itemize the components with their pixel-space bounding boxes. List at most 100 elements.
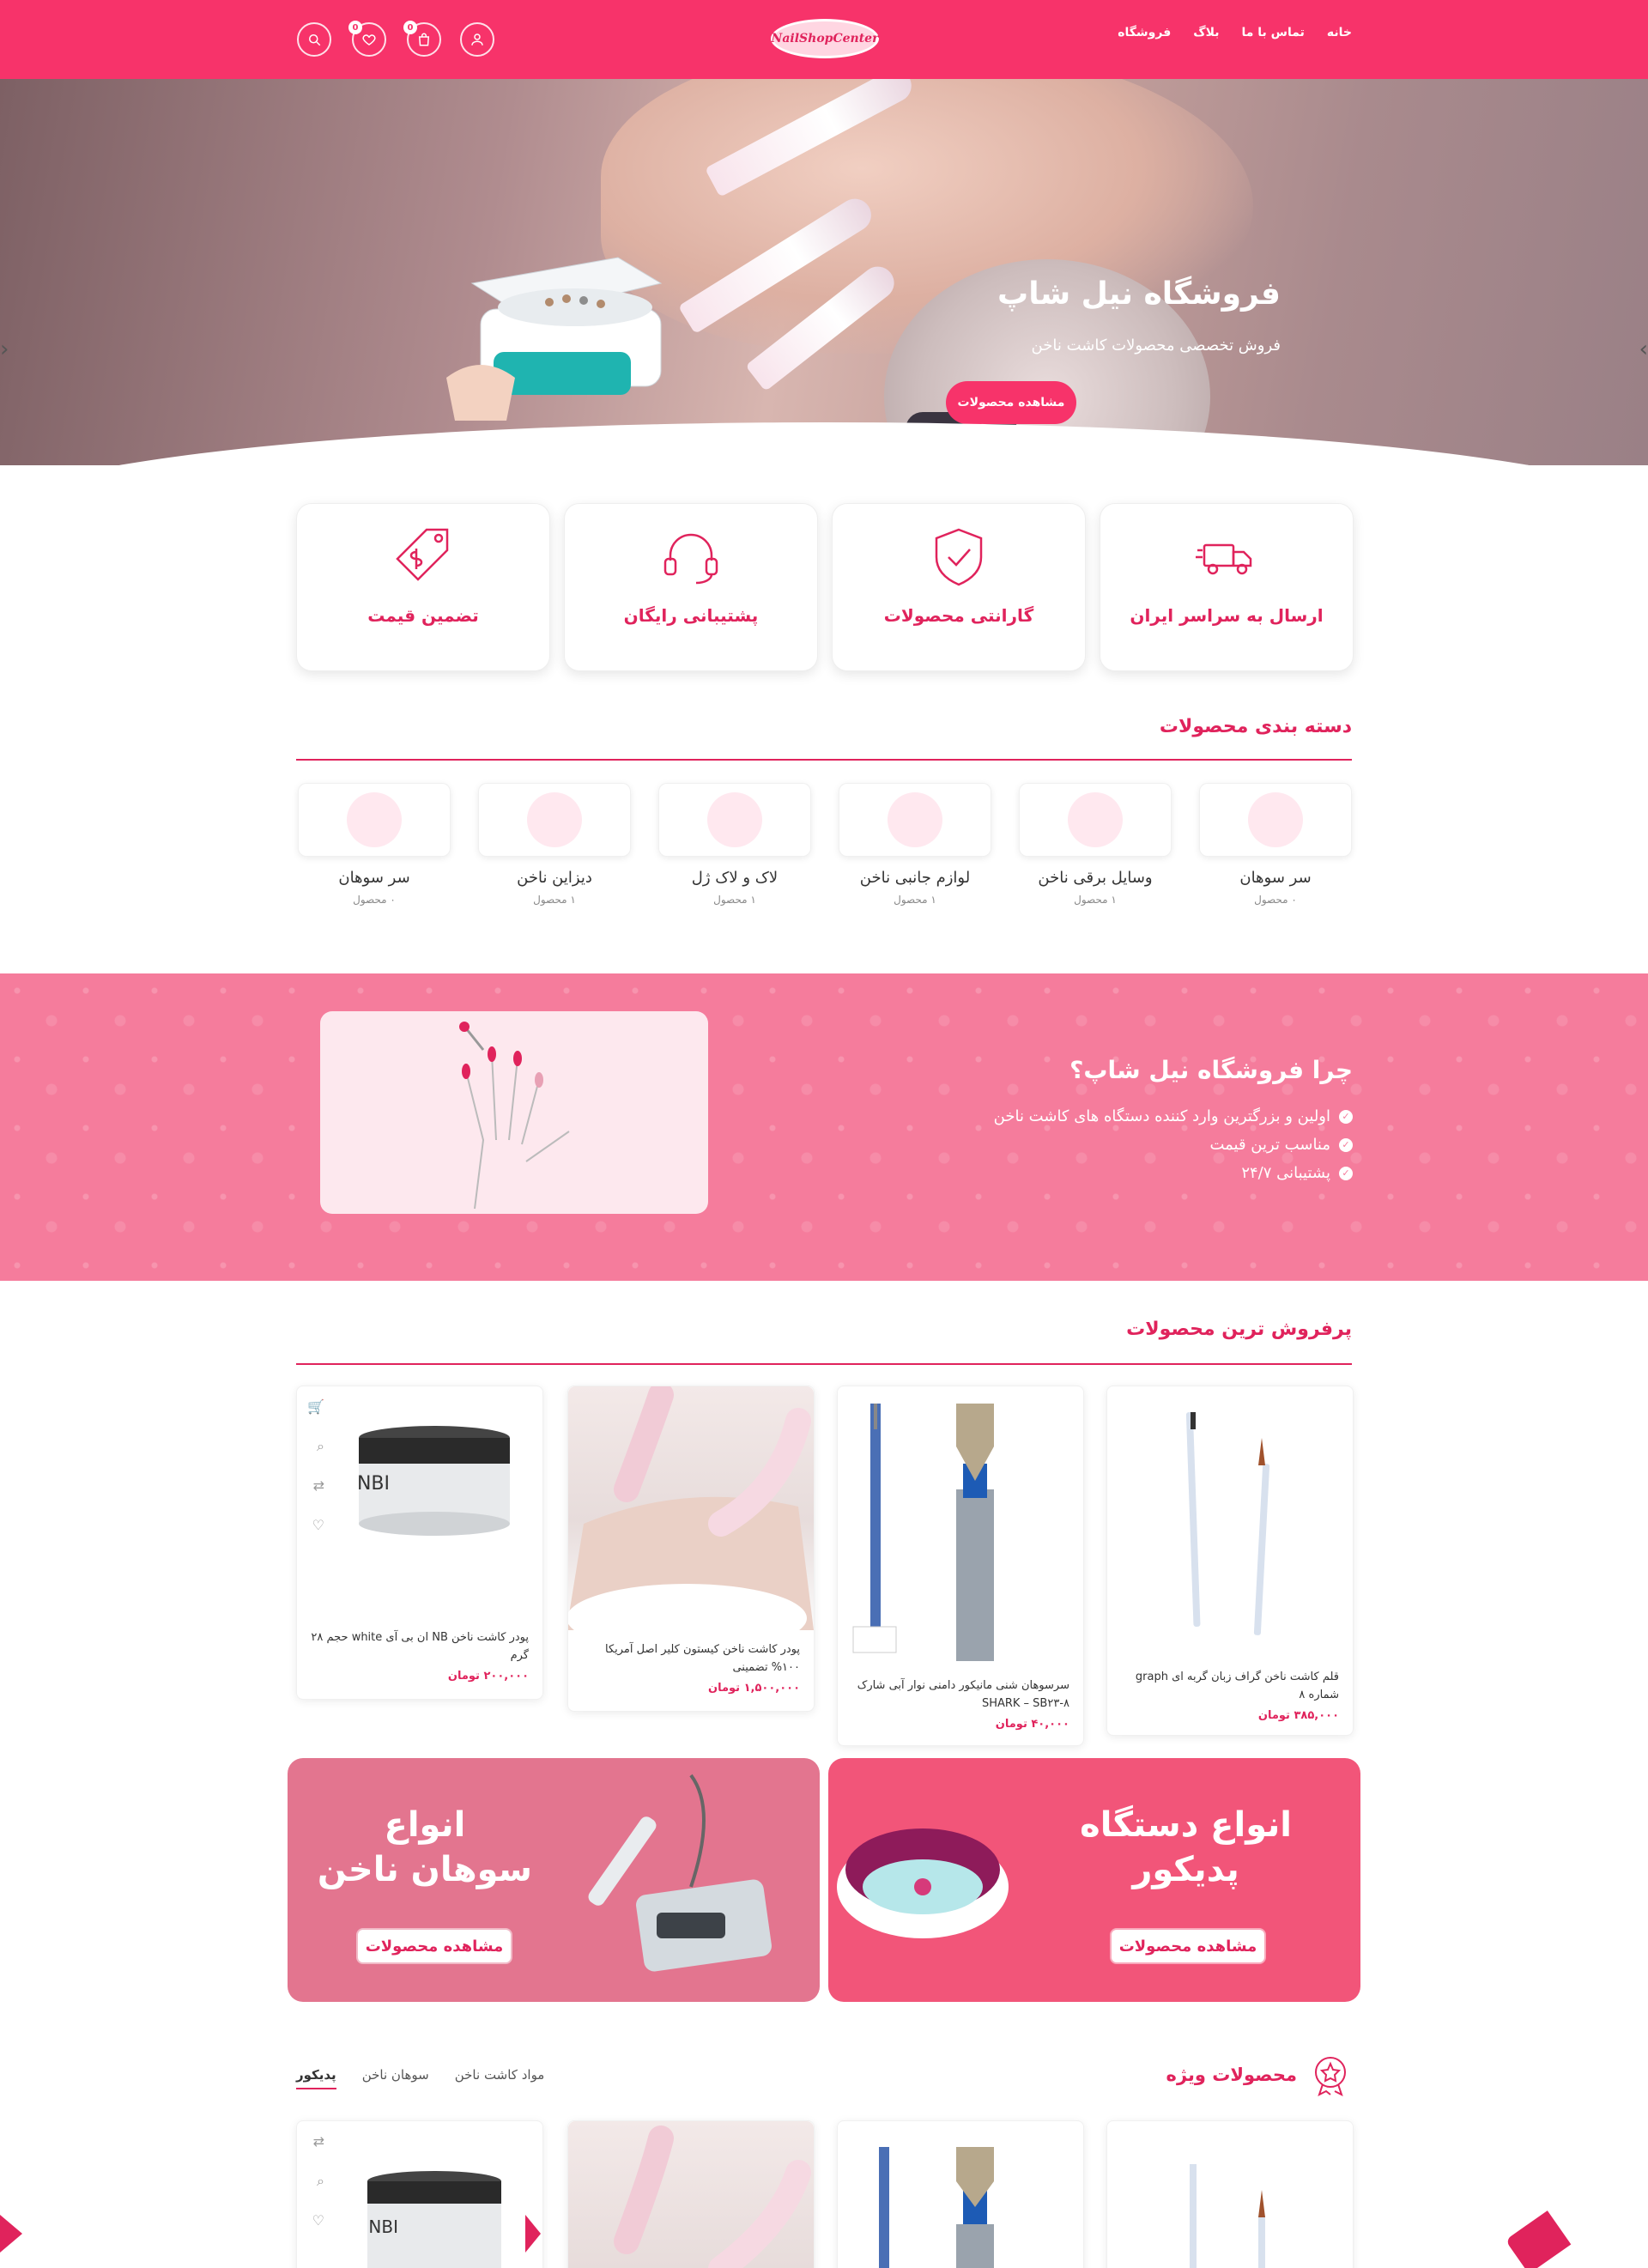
site-logo[interactable]: NailShopCenter [771,19,879,58]
why-us-point-text: اولین و بزرگترین وارد کننده دستگاه های ک… [993,1107,1330,1125]
slider-next-arrow[interactable]: › [1639,337,1648,362]
search-icon[interactable]: ⌕ [309,1438,324,1454]
why-us-point-text: پشتیبانی ۲۴/۷ [1241,1164,1330,1182]
search-button[interactable] [297,22,331,57]
category-count: ۱ محصول [894,894,936,906]
hero-view-products-button[interactable]: مشاهده محصولات [946,381,1076,424]
product-card[interactable] [567,2120,815,2268]
product-card[interactable]: پودر کاشت ناخن کیستون کلیر اصل آمریکا ۱۰… [567,1386,815,1712]
tab-files[interactable]: سوهان ناخن [362,2067,429,2089]
special-tabs: مواد کاشت ناخن سوهان ناخن پدیکور [296,2067,544,2089]
hero-manicure-kit-image [446,257,663,421]
category-image [478,783,631,857]
category-count: ۱ محصول [713,894,756,906]
svg-text:NBI: NBI [357,1473,390,1495]
compare-icon[interactable]: ⇄ [309,1477,324,1494]
shopping-bag-icon [418,33,430,46]
wishlist-button[interactable]: 0 [348,21,386,57]
why-us-point-text: مناسب ترین قیمت [1209,1136,1330,1154]
promo-title: انواع دستگاه پدیکور [1080,1803,1292,1892]
product-image [568,2121,814,2268]
category-item[interactable]: لاک و لاک ژل ۱ محصول [658,783,811,906]
product-card[interactable]: قلم کاشت ناخن گراف زبان گربه ای graph شم… [1106,1386,1354,1736]
category-image [1019,783,1172,857]
search-icon[interactable]: ⌕ [309,2173,324,2189]
product-price: ۴۰,۰۰۰ تومان [995,1718,1069,1731]
category-item[interactable]: لوازم جانبی ناخن ۱ محصول [839,783,991,906]
why-us-section: چرا فروشگاه نیل شاپ؟ ✓ اولین و بزرگترین و… [0,973,1648,1281]
promo-banner-files[interactable]: انواع سوهان ناخن مشاهده محصولات [288,1758,820,2002]
nav-contact[interactable]: تماس با ما [1242,26,1305,39]
special-header: محصولات ویژه [1166,2053,1352,2096]
category-image [658,783,811,857]
category-image [839,783,991,857]
category-name: وسایل برقی ناخن [1038,869,1153,887]
why-us-image [320,1011,708,1214]
promo-title-line: انواع دستگاه [1080,1805,1292,1845]
cart-button[interactable]: 0 [403,21,441,57]
promo-view-products-button[interactable]: مشاهده محصولات [358,1930,511,1962]
product-name[interactable]: پودر کاشت ناخن NB ان بی آی white حجم ۲۸ … [311,1628,529,1665]
category-item[interactable]: سر سوهان ۰ محصول [1199,783,1352,906]
product-name[interactable]: سرسوهان شنی مانیکور دامنی نوار آبی شارک … [851,1677,1069,1713]
tab-pedicure[interactable]: پدیکور [296,2067,336,2089]
site-header: خانه تماس با ما بلاگ فروشگاه NailShopCen… [0,0,1648,79]
user-icon [471,33,483,45]
product-card[interactable] [1106,2120,1354,2268]
tab-materials[interactable]: مواد کاشت ناخن [455,2067,545,2089]
svg-text:NBI: NBI [368,2216,398,2237]
category-name: لاک و لاک ژل [691,869,779,887]
add-to-cart-icon[interactable]: 🛒 [307,1398,324,1415]
wishlist-count-badge: 0 [348,21,362,34]
category-item[interactable]: وسایل برقی ناخن ۱ محصول [1019,783,1172,906]
feature-label: گارانتی محصولات [883,605,1034,626]
product-price: ۱,۵۰۰,۰۰۰ تومان [707,1682,800,1695]
why-us-point: ✓ پشتیبانی ۲۴/۷ [994,1164,1353,1182]
product-name[interactable]: پودر کاشت ناخن کیستون کلیر اصل آمریکا ۱۰… [582,1640,800,1677]
truck-icon [1196,543,1252,575]
category-name: سر سوهان [338,869,410,887]
product-quick-actions: ⇄ ⌕ ♡ [309,2133,324,2229]
feature-label: ارسال به سراسر ایران [1130,605,1324,626]
heart-icon[interactable]: ♡ [309,2212,324,2229]
category-count: ۰ محصول [353,894,396,906]
cart-count-badge: 0 [403,21,417,34]
check-icon: ✓ [1339,1109,1353,1124]
promo-title-line: سوهان ناخن [317,1850,532,1889]
product-card[interactable]: NBI ⇄ ⌕ ♡ [296,2120,543,2268]
hero-bottom-wave [0,422,1648,465]
decorative-lipstick-image [1505,2210,1572,2268]
main-nav: خانه تماس با ما بلاگ فروشگاه [1118,26,1352,39]
nav-blog[interactable]: بلاگ [1193,26,1219,39]
account-button[interactable] [460,22,494,57]
feature-card-price: تضمین قیمت [296,503,550,671]
product-card[interactable]: NBI 🛒 ⌕ ⇄ ♡ پودر کاشت ناخن NB ان بی آی w… [296,1386,543,1700]
compare-icon[interactable]: ⇄ [309,2133,324,2150]
section-divider [296,759,1352,761]
nav-shop[interactable]: فروشگاه [1118,26,1171,39]
carousel-prev-arrow[interactable] [0,2215,22,2253]
heart-icon[interactable]: ♡ [309,1517,324,1533]
category-name: سر سوهان [1239,869,1312,887]
category-item[interactable]: سر سوهان ۰ محصول [298,783,451,906]
nav-home[interactable]: خانه [1327,26,1352,39]
carousel-next-arrow[interactable] [525,2215,541,2253]
category-name: دیزاین ناخن [517,869,592,887]
slider-prev-arrow[interactable]: ‹ [0,337,9,362]
promo-view-products-button[interactable]: مشاهده محصولات [1112,1930,1264,1962]
product-price: ۲۰۰,۰۰۰ تومان [447,1670,529,1683]
why-us-title: چرا فروشگاه نیل شاپ؟ [1069,1056,1353,1084]
product-name[interactable]: قلم کاشت ناخن گراف زبان گربه ای graph شم… [1121,1668,1339,1704]
special-title: محصولات ویژه [1166,2065,1297,2085]
product-image [1107,2121,1353,2268]
category-image [1199,783,1352,857]
feature-card-warranty: گارانتی محصولات [832,503,1086,671]
product-card[interactable]: سرسوهان شنی مانیکور دامنی نوار آبی شارک … [837,1386,1084,1746]
category-item[interactable]: دیزاین ناخن ۱ محصول [478,783,631,906]
check-icon: ✓ [1339,1137,1353,1152]
category-count: ۰ محصول [1254,894,1297,906]
why-us-point: ✓ مناسب ترین قیمت [994,1136,1353,1154]
product-card[interactable] [837,2120,1084,2268]
feature-label: پشتیبانی رایگان [623,605,759,626]
promo-banner-pedicure[interactable]: انواع دستگاه پدیکور مشاهده محصولات [828,1758,1360,2002]
